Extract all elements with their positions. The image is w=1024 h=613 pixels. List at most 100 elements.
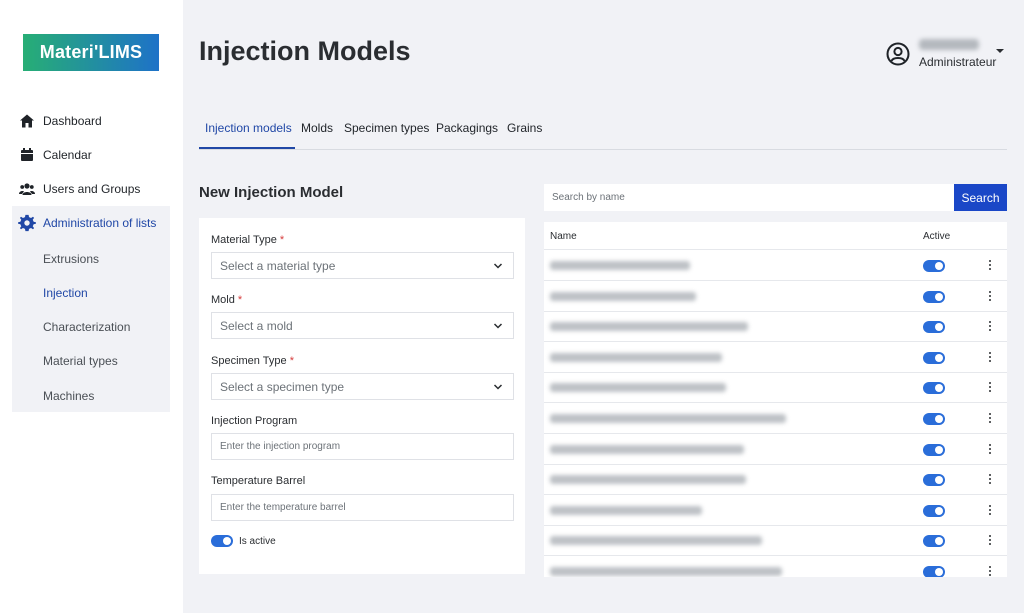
- users-icon: [18, 180, 36, 198]
- tab-molds[interactable]: Molds: [301, 121, 333, 135]
- table-row[interactable]: [544, 525, 1007, 557]
- tab-specimen-types[interactable]: Specimen types: [344, 121, 429, 135]
- kebab-menu-icon[interactable]: [988, 382, 992, 394]
- kebab-menu-icon[interactable]: [988, 474, 992, 486]
- sidebar-item-label: Calendar: [43, 148, 92, 162]
- user-menu[interactable]: Administrateur: [886, 38, 1016, 72]
- required-marker: *: [289, 355, 294, 367]
- row-name-redacted: [550, 505, 702, 515]
- submenu-item-material-types[interactable]: Material types: [43, 353, 118, 369]
- row-active-toggle[interactable]: [923, 413, 945, 425]
- material-type-label: Material Type *: [211, 234, 284, 246]
- sidebar-item-label: Administration of lists: [43, 216, 157, 230]
- select-placeholder: Select a material type: [220, 258, 336, 273]
- table-row[interactable]: [544, 403, 1007, 434]
- submenu-item-extrusions[interactable]: Extrusions: [43, 251, 99, 267]
- table-row[interactable]: [544, 342, 1007, 373]
- kebab-menu-icon[interactable]: [988, 504, 992, 517]
- material-type-select[interactable]: Select a material type: [211, 252, 514, 279]
- page-title: Injection Models: [199, 36, 411, 66]
- table-header: Name Active: [544, 222, 1007, 250]
- kebab-menu-icon[interactable]: [988, 290, 992, 303]
- injection-program-input[interactable]: [211, 433, 514, 460]
- row-active-toggle[interactable]: [923, 443, 945, 456]
- kebab-menu-icon[interactable]: [988, 321, 992, 333]
- field-label-text: Material Type: [211, 234, 277, 246]
- caret-down-icon[interactable]: [996, 49, 1004, 53]
- row-name-redacted: [550, 291, 696, 301]
- row-name-redacted: [550, 414, 786, 423]
- kebab-menu-icon[interactable]: [988, 351, 992, 364]
- tab-bar: Injection models Molds Specimen types Pa…: [199, 118, 1007, 150]
- tab-grains[interactable]: Grains: [507, 121, 542, 135]
- kebab-menu-icon[interactable]: [988, 535, 992, 547]
- is-active-toggle[interactable]: [211, 535, 233, 547]
- injection-program-label: Injection Program: [211, 415, 298, 427]
- sidebar-item-label: Dashboard: [43, 114, 102, 128]
- row-name-redacted: [550, 261, 690, 270]
- submenu-item-machines[interactable]: Machines: [43, 388, 94, 404]
- user-role: Administrateur: [919, 55, 997, 69]
- table-row[interactable]: [544, 495, 1007, 526]
- chevron-down-icon: [493, 263, 503, 269]
- select-placeholder: Select a specimen type: [220, 379, 345, 394]
- submenu-item-injection[interactable]: Injection: [43, 285, 88, 301]
- field-label-text: Specimen Type: [211, 355, 287, 367]
- chevron-down-icon: [493, 384, 503, 390]
- table-row[interactable]: [544, 464, 1007, 496]
- row-name-redacted: [550, 322, 748, 332]
- is-active-label: Is active: [239, 536, 276, 547]
- sidebar: Materi'LIMS Dashboard Calendar Users and…: [0, 0, 183, 613]
- app-logo[interactable]: Materi'LIMS: [23, 34, 159, 71]
- search-button[interactable]: Search: [954, 184, 1007, 211]
- column-header-active[interactable]: Active: [923, 231, 950, 242]
- row-name-redacted: [550, 383, 726, 393]
- sidebar-item-users-and-groups[interactable]: Users and Groups: [0, 172, 183, 206]
- kebab-menu-icon[interactable]: [988, 413, 992, 425]
- user-circle-icon: [886, 42, 910, 66]
- submenu-item-characterization[interactable]: Characterization: [43, 319, 130, 335]
- specimen-type-select[interactable]: Select a specimen type: [211, 373, 514, 400]
- table-row[interactable]: [544, 311, 1007, 343]
- table-row[interactable]: [544, 372, 1007, 404]
- row-name-redacted: [550, 536, 762, 546]
- search-input[interactable]: [544, 184, 954, 211]
- active-tab-indicator: [199, 147, 295, 149]
- row-active-toggle[interactable]: [923, 504, 945, 517]
- select-placeholder: Select a mold: [220, 318, 293, 333]
- form-title: New Injection Model: [199, 184, 344, 201]
- row-active-toggle[interactable]: [923, 351, 945, 364]
- field-label-text: Mold: [211, 294, 235, 306]
- row-active-toggle[interactable]: [923, 566, 945, 577]
- row-name-redacted: [550, 567, 782, 576]
- row-name-redacted: [550, 444, 744, 454]
- mold-select[interactable]: Select a mold: [211, 312, 514, 339]
- row-active-toggle[interactable]: [923, 290, 945, 303]
- row-active-toggle[interactable]: [923, 382, 945, 395]
- table-row[interactable]: [544, 556, 1007, 577]
- tab-injection-models[interactable]: Injection models: [205, 121, 292, 135]
- sidebar-item-calendar[interactable]: Calendar: [0, 138, 183, 172]
- injection-models-table: Name Active: [544, 222, 1007, 577]
- column-header-name[interactable]: Name: [550, 231, 577, 242]
- calendar-icon: [18, 146, 36, 164]
- row-active-toggle[interactable]: [923, 260, 945, 272]
- table-row[interactable]: [544, 250, 1007, 281]
- kebab-menu-icon[interactable]: [988, 260, 992, 272]
- temperature-barrel-label: Temperature Barrel: [211, 475, 306, 487]
- row-active-toggle[interactable]: [923, 474, 945, 487]
- sidebar-item-dashboard[interactable]: Dashboard: [0, 104, 183, 138]
- tab-packagings[interactable]: Packagings: [436, 121, 498, 135]
- table-row[interactable]: [544, 434, 1007, 465]
- row-active-toggle[interactable]: [923, 321, 945, 334]
- sidebar-nav: Dashboard Calendar Users and Groups: [0, 104, 183, 206]
- temperature-barrel-input[interactable]: [211, 494, 514, 521]
- mold-label: Mold *: [211, 294, 242, 306]
- sidebar-item-administration-of-lists[interactable]: Administration of lists: [0, 206, 183, 240]
- row-active-toggle[interactable]: [923, 535, 945, 548]
- kebab-menu-icon[interactable]: [988, 443, 992, 456]
- table-row[interactable]: [544, 281, 1007, 312]
- row-name-redacted: [550, 475, 746, 485]
- kebab-menu-icon[interactable]: [988, 566, 992, 577]
- new-injection-model-form: Material Type * Select a material type M…: [199, 218, 525, 574]
